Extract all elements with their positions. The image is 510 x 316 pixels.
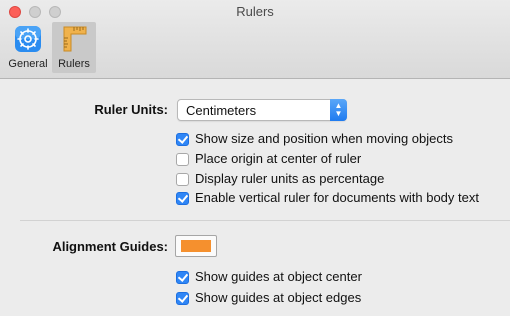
checkbox-vertical-ruler[interactable] [176, 192, 189, 205]
ruler-units-value: Centimeters [186, 103, 257, 118]
title-bar: Rulers General Rulers [0, 0, 510, 79]
general-settings-icon [15, 26, 41, 52]
option-label: Show size and position when moving objec… [195, 131, 453, 146]
toolbar-item-rulers[interactable]: Rulers [52, 22, 96, 73]
ruler-units-popup[interactable]: Centimeters ▲ ▼ [177, 99, 347, 121]
rulers-icon [63, 26, 87, 52]
checkbox-guides-center[interactable] [176, 271, 189, 284]
option-label: Place origin at center of ruler [195, 151, 362, 166]
checkbox-show-size-position[interactable] [176, 133, 189, 146]
option-label: Show guides at object edges [195, 290, 362, 305]
option-label: Display ruler units as percentage [195, 171, 385, 186]
chevron-updown-icon: ▲ ▼ [330, 99, 347, 121]
checkbox-units-percentage[interactable] [176, 173, 189, 186]
alignment-guides-color-well[interactable] [175, 235, 217, 257]
color-swatch [181, 240, 211, 252]
toolbar-item-general[interactable]: General [6, 22, 50, 73]
section-divider [20, 220, 510, 221]
toolbar-label-general: General [8, 58, 48, 70]
window-title: Rulers [236, 4, 274, 19]
checkbox-guides-edges[interactable] [176, 292, 189, 305]
option-label: Enable vertical ruler for documents with… [195, 190, 479, 205]
toolbar-label-rulers: Rulers [58, 58, 90, 70]
alignment-guides-label: Alignment Guides: [52, 239, 168, 254]
option-label: Show guides at object center [195, 269, 362, 284]
ruler-units-label: Ruler Units: [94, 102, 168, 117]
checkbox-origin-center[interactable] [176, 153, 189, 166]
